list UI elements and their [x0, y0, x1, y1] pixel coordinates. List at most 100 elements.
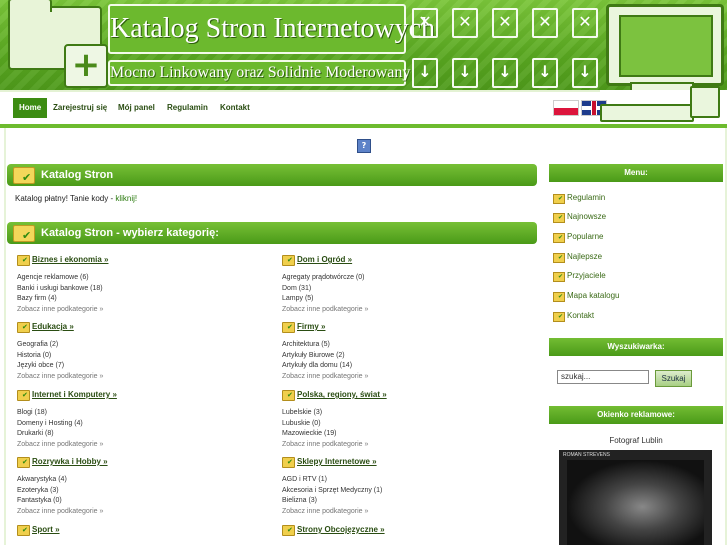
category-block: Polska, regiony, świat » Lubelskie (3) L…	[282, 390, 522, 450]
folder-check-icon	[553, 272, 565, 282]
category-link[interactable]: Sport »	[32, 525, 60, 534]
more-subcategories-link[interactable]: Zobacz inne podkategorie »	[282, 372, 522, 382]
subcategory-link[interactable]: Banki i usługi bankowe (18)	[17, 284, 257, 295]
intro-text: Katalog płatny! Tanie kody - kliknij!	[15, 194, 137, 203]
folder-check-icon	[553, 312, 565, 322]
polish-flag-icon[interactable]	[553, 100, 579, 116]
category-link[interactable]: Biznes i ekonomia »	[32, 255, 108, 264]
sidebar-item-label[interactable]: Najlepsze	[567, 252, 602, 261]
ad-header: Okienko reklamowe:	[549, 406, 723, 424]
nav-rules[interactable]: Regulamin	[161, 98, 214, 118]
more-subcategories-link[interactable]: Zobacz inne podkategorie »	[17, 440, 257, 450]
sidebar-item-newest[interactable]: Najnowsze	[553, 210, 606, 224]
search-input[interactable]	[557, 370, 649, 384]
ad-image-caption: ROMAN STREVENS	[563, 452, 610, 458]
subcategory-link[interactable]: AGD i RTV (1)	[282, 475, 522, 486]
subcategory-link[interactable]: Agencje reklamowe (6)	[17, 273, 257, 284]
subcategory-link[interactable]: Akcesoria i Sprzęt Medyczny (1)	[282, 486, 522, 497]
subcategory-link[interactable]: Artykuły dla domu (14)	[282, 361, 522, 372]
subcategory-link[interactable]: Geografia (2)	[17, 340, 257, 351]
subcategory-link[interactable]: Lampy (5)	[282, 294, 522, 305]
category-link[interactable]: Strony Obcojęzyczne »	[297, 525, 385, 534]
subcategory-link[interactable]: Artykuły Biurowe (2)	[282, 351, 522, 362]
nav-contact[interactable]: Kontakt	[214, 98, 256, 118]
subcategory-link[interactable]: Mazowieckie (19)	[282, 429, 522, 440]
category-block: Biznes i ekonomia » Agencje reklamowe (6…	[17, 255, 257, 315]
sidebar-item-label[interactable]: Kontakt	[567, 311, 594, 320]
sidebar-item-contact[interactable]: Kontakt	[553, 309, 594, 323]
folder-check-icon	[17, 457, 30, 468]
subcategory-link[interactable]: Lubelskie (3)	[282, 408, 522, 419]
subcategory-link[interactable]: Języki obce (7)	[17, 361, 257, 372]
download-file-icon: ↓	[572, 58, 598, 88]
subcategory-link[interactable]: Ezoteryka (3)	[17, 486, 257, 497]
sidebar-item-label[interactable]: Popularne	[567, 232, 603, 241]
sidebar-item-label[interactable]: Najnowsze	[567, 212, 606, 221]
site-title[interactable]: Katalog Stron Internetowych	[108, 4, 435, 54]
folder-check-icon	[553, 213, 565, 223]
sidebar-item-friends[interactable]: Przyjaciele	[553, 269, 606, 283]
more-subcategories-link[interactable]: Zobacz inne podkategorie »	[17, 305, 257, 315]
more-subcategories-link[interactable]: Zobacz inne podkategorie »	[282, 305, 522, 315]
subcategory-link[interactable]: Akwarystyka (4)	[17, 475, 257, 486]
category-link[interactable]: Dom i Ogród »	[297, 255, 352, 264]
subcategory-link[interactable]: Bielizna (3)	[282, 496, 522, 507]
category-link[interactable]: Edukacja »	[32, 322, 74, 331]
sidebar-item-label[interactable]: Przyjaciele	[567, 271, 606, 280]
subcategory-link[interactable]: Architektura (5)	[282, 340, 522, 351]
nav-my-panel[interactable]: Mój panel	[112, 98, 161, 118]
ad-link[interactable]: Fotograf Lublin	[549, 436, 723, 445]
category-block: Rozrywka i Hobby » Akwarystyka (4) Ezote…	[17, 457, 257, 517]
category-link[interactable]: Internet i Komputery »	[32, 390, 117, 399]
more-subcategories-link[interactable]: Zobacz inne podkategorie »	[17, 372, 257, 382]
download-file-icon: ↓	[452, 58, 478, 88]
subcategory-link[interactable]: Lubuskie (0)	[282, 419, 522, 430]
sidebar-item-popular[interactable]: Popularne	[553, 230, 603, 244]
subcategory-link[interactable]: Fantastyka (0)	[17, 496, 257, 507]
search-header: Wyszukiwarka:	[549, 338, 723, 356]
subcategory-link[interactable]: Domeny i Hosting (4)	[17, 419, 257, 430]
cd-drive-icon	[600, 104, 694, 122]
intro-link[interactable]: kliknij!	[115, 194, 137, 203]
search-button[interactable]: Szukaj	[655, 370, 692, 387]
subcategory-link[interactable]: Drukarki (8)	[17, 429, 257, 440]
category-link[interactable]: Polska, regiony, świat »	[297, 390, 387, 399]
site-subtitle: Mocno Linkowany oraz Solidnie Moderowany	[108, 60, 410, 86]
category-link[interactable]: Sklepy Internetowe »	[297, 457, 377, 466]
category-block: Internet i Komputery » Blogi (18) Domeny…	[17, 390, 257, 450]
category-block: Firmy » Architektura (5) Artykuły Biurow…	[282, 322, 522, 382]
section-title: Katalog Stron	[41, 169, 114, 181]
ad-image[interactable]: ROMAN STREVENS	[559, 450, 712, 545]
folder-check-icon	[282, 457, 295, 468]
sidebar-item-rules[interactable]: Regulamin	[553, 191, 605, 205]
intro-label: Katalog płatny! Tanie kody -	[15, 194, 116, 203]
subcategory-link[interactable]: Bazy firm (4)	[17, 294, 257, 305]
help-icon[interactable]: ?	[357, 139, 371, 153]
remove-file-icon: ✕	[532, 8, 558, 38]
section-header-catalog: Katalog Stron	[7, 164, 537, 186]
subcategory-link[interactable]: Dom (31)	[282, 284, 522, 295]
category-block: Sklepy Internetowe » AGD i RTV (1) Akces…	[282, 457, 522, 517]
nav-register[interactable]: Zarejestruj się	[47, 98, 113, 118]
sidebar-item-label[interactable]: Regulamin	[567, 193, 605, 202]
folder-check-icon	[553, 233, 565, 243]
category-link[interactable]: Rozrywka i Hobby »	[32, 457, 108, 466]
folder-check-icon	[282, 255, 295, 266]
sidebar-item-label[interactable]: Mapa katalogu	[567, 291, 619, 300]
nav-home[interactable]: Home	[13, 98, 48, 118]
subcategory-link[interactable]: Historia (0)	[17, 351, 257, 362]
category-block: Strony Obcojęzyczne »	[282, 525, 522, 537]
download-file-icon: ↓	[412, 58, 438, 88]
folder-check-icon	[282, 525, 295, 536]
subcategory-link[interactable]: Agregaty prądotwórcze (0)	[282, 273, 522, 284]
download-file-icon: ↓	[532, 58, 558, 88]
sidebar-item-sitemap[interactable]: Mapa katalogu	[553, 289, 619, 303]
sidebar-item-best[interactable]: Najlepsze	[553, 250, 602, 264]
subcategory-link[interactable]: Blogi (18)	[17, 408, 257, 419]
more-subcategories-link[interactable]: Zobacz inne podkategorie »	[17, 507, 257, 517]
monitor-icon	[606, 4, 724, 86]
folder-check-icon	[17, 322, 30, 333]
more-subcategories-link[interactable]: Zobacz inne podkategorie »	[282, 507, 522, 517]
category-link[interactable]: Firmy »	[297, 322, 325, 331]
more-subcategories-link[interactable]: Zobacz inne podkategorie »	[282, 440, 522, 450]
